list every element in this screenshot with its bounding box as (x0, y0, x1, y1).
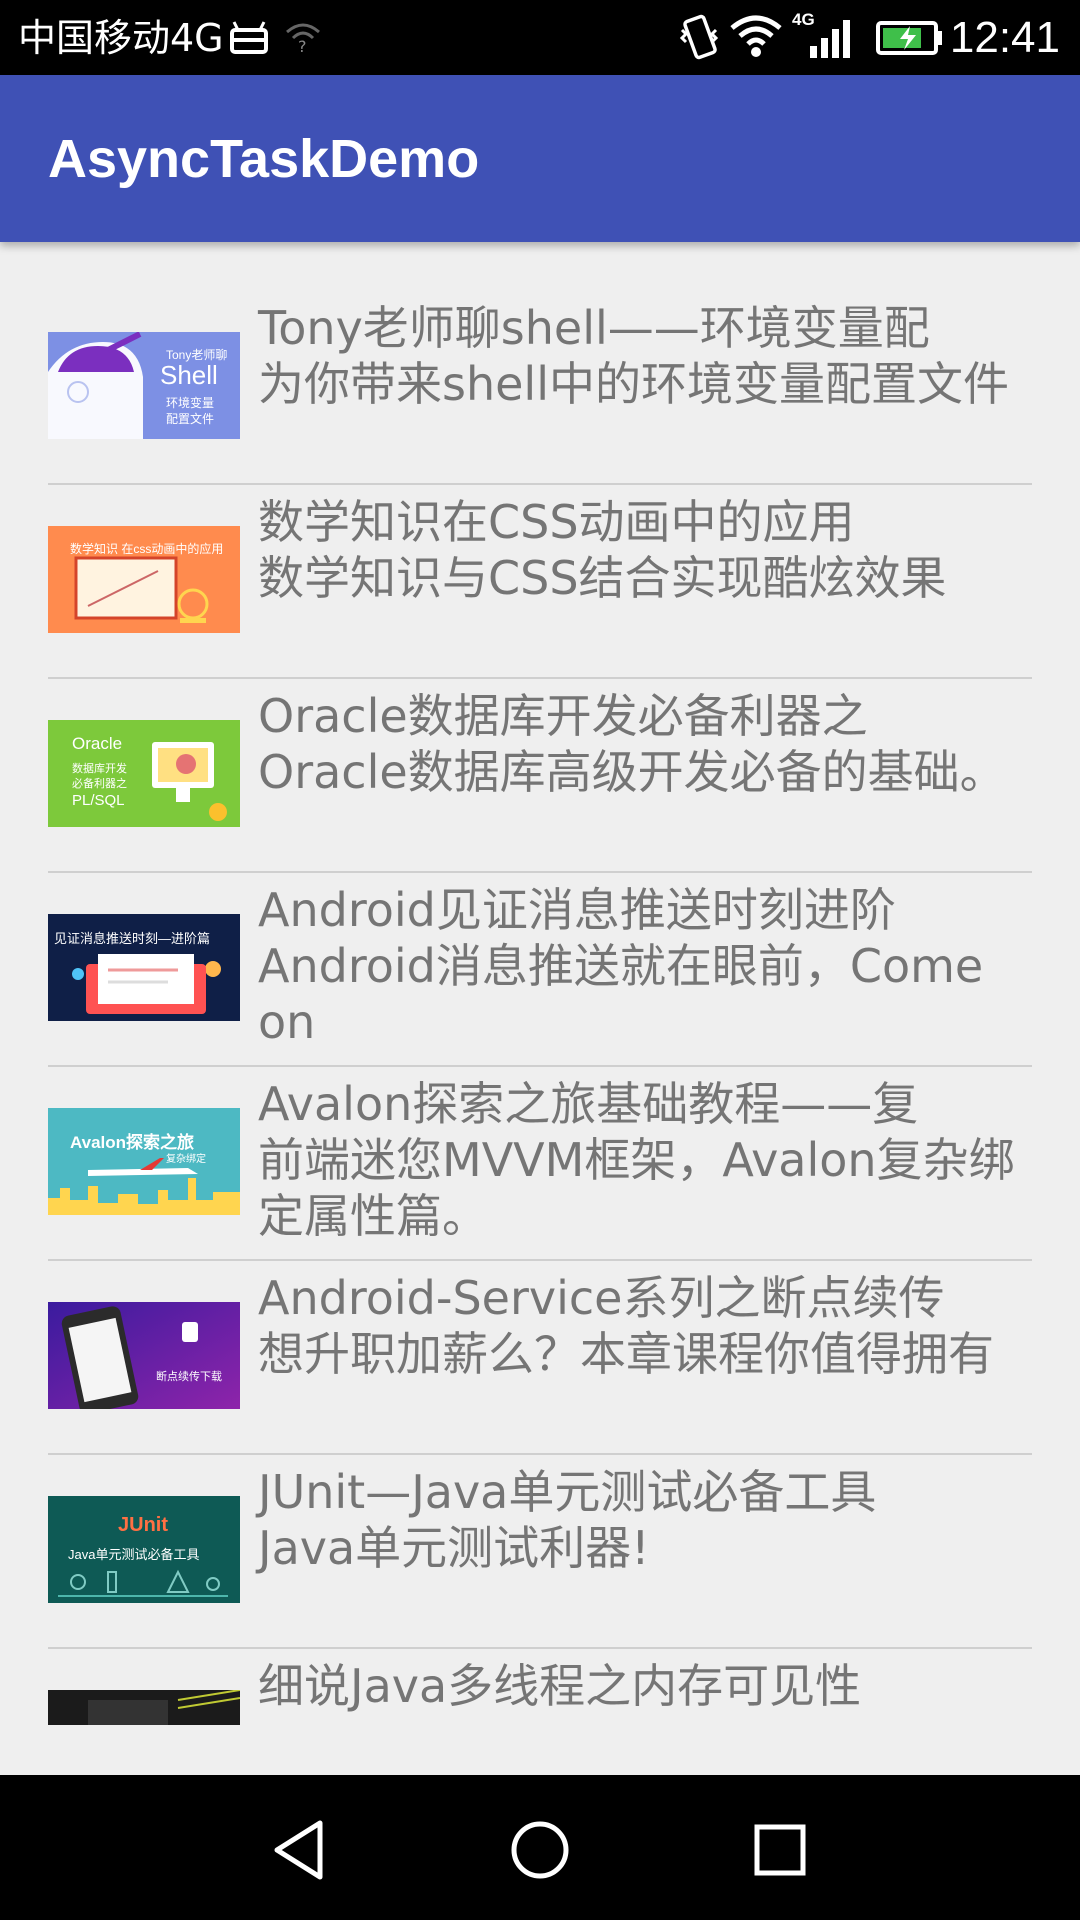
item-description: 数学知识与CSS结合实现酷炫效果 (258, 551, 947, 605)
course-thumbnail (48, 1690, 240, 1725)
item-text-block: JUnit—Java单元测试必备工具 Java单元测试利器! (258, 1464, 1032, 1576)
thumb-text: Shell (160, 360, 218, 390)
list-item[interactable]: 见证消息推送时刻—进阶篇 Android见证消息推送时刻进阶 Android消息… (48, 824, 1032, 1067)
thumb-text: 必备利器之 (72, 778, 127, 790)
item-text-block: Tony老师聊shell——环境变量配 为你带来shell中的环境变量配置文件 (258, 300, 1032, 412)
item-description: Java单元测试利器! (258, 1521, 650, 1575)
list-item[interactable]: Avalon探索之旅 复杂绑定 Avalon探索之旅基础教程——复 前端迷您MV… (48, 1018, 1032, 1261)
list-item[interactable]: Tony老师聊 Shell 环境变量 配置文件 Tony老师聊shell——环境… (48, 242, 1032, 485)
list-item[interactable]: 细说Java多线程之内存可见性 (48, 1600, 1032, 1727)
item-title: Avalon探索之旅基础教程——复 (258, 1077, 919, 1131)
thumb-text: 复杂绑定 (166, 1154, 206, 1165)
course-thumbnail: 断点续传下载 (48, 1302, 240, 1409)
item-description: 想升职加薪么？本章课程你值得拥有 (258, 1327, 994, 1381)
wifi-unknown-icon: ? (285, 20, 321, 58)
home-button[interactable] (505, 1815, 575, 1885)
item-title: Android-Service系列之断点续传 (258, 1271, 945, 1325)
item-title: Tony老师聊shell——环境变量配 (258, 301, 930, 355)
list-item[interactable]: Oracle 数据库开发 必备利器之 PL/SQL Oracle数据库开发必备利… (48, 630, 1032, 873)
course-thumbnail: 数学知识 在css动画中的应用 (48, 526, 240, 633)
app-title: AsyncTaskDemo (48, 129, 480, 189)
list-item[interactable]: JUnit Java单元测试必备工具 JUnit—Java单元测试必备工具 Ja… (48, 1406, 1032, 1649)
item-text-block: 数学知识在CSS动画中的应用 数学知识与CSS结合实现酷炫效果 (258, 494, 1032, 606)
course-list[interactable]: Tony老师聊 Shell 环境变量 配置文件 Tony老师聊shell——环境… (48, 242, 1032, 1727)
thumb-text: 数据库开发 (72, 763, 127, 775)
recents-button[interactable] (745, 1815, 815, 1885)
thumb-text: 配置文件 (166, 412, 215, 426)
course-thumbnail: JUnit Java单元测试必备工具 (48, 1496, 240, 1603)
item-title: Oracle数据库开发必备利器之 (258, 689, 868, 743)
thumb-text: 环境变量 (166, 396, 215, 410)
android-debug-icon (228, 18, 270, 60)
app-bar: AsyncTaskDemo (0, 75, 1080, 242)
back-button[interactable] (265, 1815, 335, 1885)
item-text-block: Oracle数据库开发必备利器之 Oracle数据库高级开发必备的基础。 (258, 688, 1032, 800)
item-title: JUnit—Java单元测试必备工具 (258, 1465, 877, 1519)
navigation-bar (0, 1775, 1080, 1920)
item-text-block: 细说Java多线程之内存可见性 (258, 1658, 1032, 1714)
item-description: 为你带来shell中的环境变量配置文件 (258, 357, 1009, 411)
wifi-icon (730, 14, 782, 62)
thumb-text: PL/SQL (72, 792, 125, 809)
battery-charging-icon (876, 20, 944, 60)
course-thumbnail: Oracle 数据库开发 必备利器之 PL/SQL (48, 720, 240, 827)
list-item[interactable]: 断点续传下载 Android-Service系列之断点续传 想升职加薪么？本章课… (48, 1212, 1032, 1455)
status-bar: 中国移动4G ? 4G 12:41 (0, 0, 1080, 75)
item-title: 细说Java多线程之内存可见性 (258, 1659, 862, 1713)
thumb-text: 断点续传下载 (156, 1371, 222, 1383)
carrier-label: 中国移动4G (18, 16, 224, 60)
item-text-block: Android-Service系列之断点续传 想升职加薪么？本章课程你值得拥有 (258, 1270, 1032, 1382)
item-description: Oracle数据库高级开发必备的基础。 (258, 745, 1006, 799)
item-title: Android见证消息推送时刻进阶 (258, 883, 896, 937)
course-thumbnail: Tony老师聊 Shell 环境变量 配置文件 (48, 332, 240, 439)
thumb-text: Java单元测试必备工具 (68, 1547, 200, 1562)
signal-icon (808, 18, 852, 62)
svg-text:?: ? (298, 37, 307, 54)
course-thumbnail: 见证消息推送时刻—进阶篇 (48, 914, 240, 1021)
thumb-text: JUnit (118, 1514, 168, 1536)
list-item[interactable]: 数学知识 在css动画中的应用 数学知识在CSS动画中的应用 数学知识与CSS结… (48, 436, 1032, 679)
course-thumbnail: Avalon探索之旅 复杂绑定 (48, 1108, 240, 1215)
thumb-text: 数学知识 在css动画中的应用 (70, 542, 224, 556)
clock: 12:41 (949, 13, 1060, 62)
item-title: 数学知识在CSS动画中的应用 (258, 495, 855, 549)
thumb-text: Oracle (72, 734, 123, 753)
thumb-text: 见证消息推送时刻—进阶篇 (54, 931, 211, 946)
vibrate-icon (679, 14, 720, 64)
